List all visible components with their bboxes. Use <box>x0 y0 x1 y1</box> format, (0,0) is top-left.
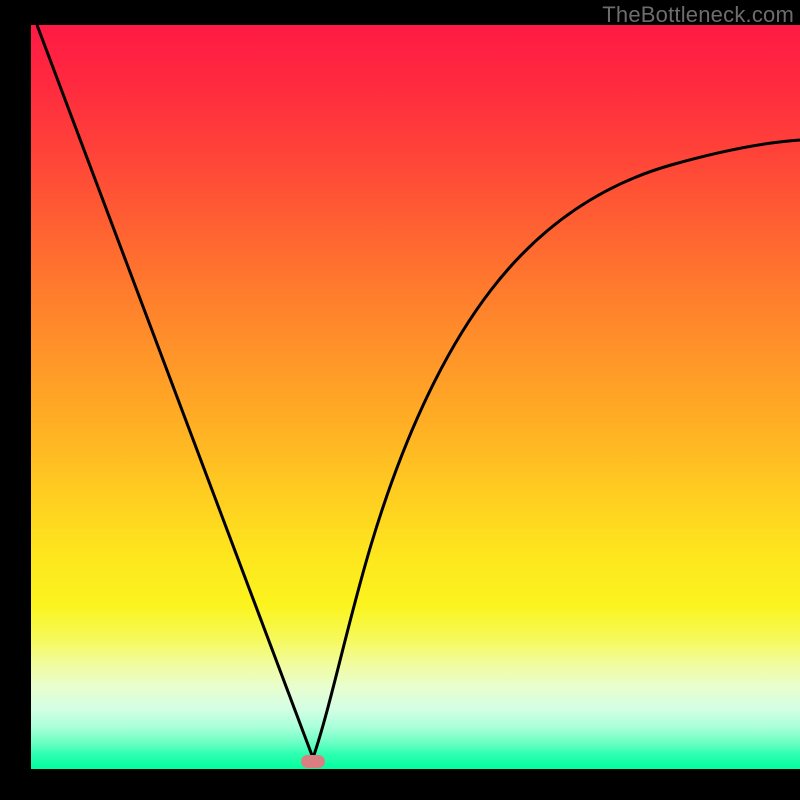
plot-area <box>31 25 800 769</box>
bottleneck-curve <box>31 25 800 769</box>
optimal-marker <box>301 755 325 768</box>
bottom-border <box>0 769 800 800</box>
chart-frame: TheBottleneck.com <box>31 0 800 769</box>
left-border <box>0 0 31 800</box>
